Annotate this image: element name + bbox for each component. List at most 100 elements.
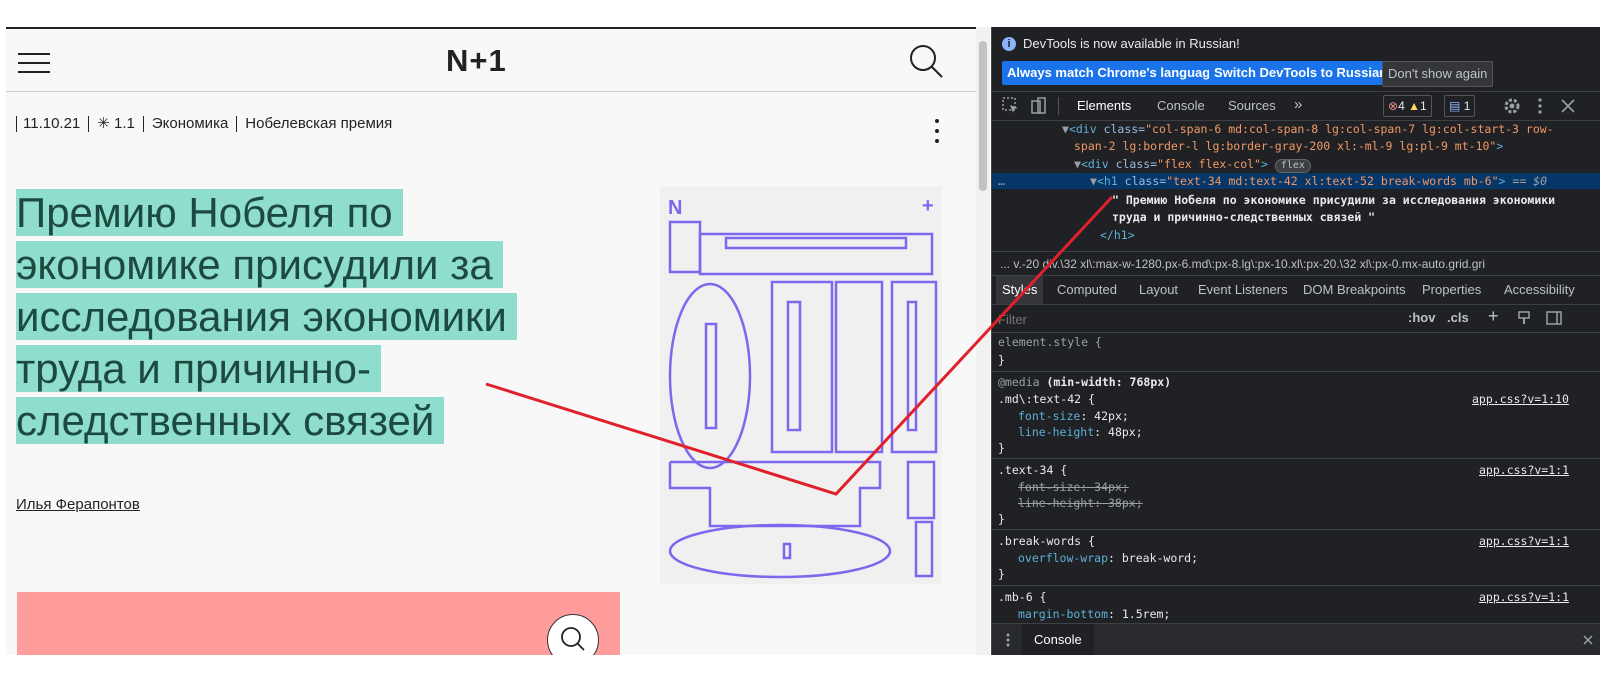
title-line: труда и причинно- [16,345,382,392]
subtab-properties[interactable]: Properties [1422,276,1481,304]
more-tabs-button[interactable]: » [1294,96,1302,113]
dom-node-div-colspan-cont: span-2 lg:border-l lg:border-gray-200 xl… [1074,139,1504,153]
source-link[interactable]: app.css?v=1:10 [1472,392,1569,406]
source-link[interactable]: app.css?v=1:1 [1479,463,1569,477]
devtools-panel: i DevTools is now available in Russian! … [991,27,1600,655]
rule-text-34[interactable]: .text-34 { app.css?v=1:1 font-size: 34px… [992,459,1600,530]
rule-close: } [998,441,1005,455]
rule-selector: element.style { [998,335,1102,349]
poster-artwork: N + [668,195,938,579]
title-line: исследования экономики [16,293,517,340]
subtab-dom-breakpoints[interactable]: DOM Breakpoints [1303,276,1406,304]
rule-mb-6[interactable]: .mb-6 { app.css?v=1:1 margin-bottom: 1.5… [992,586,1600,623]
tab-sources[interactable]: Sources [1228,98,1276,113]
article-meta: 11.10.21 ✳ 1.1 Экономика Нобелевская премия [16,115,400,132]
poster-corner-right: + [922,195,934,217]
message-icon: ▤ [1449,99,1461,113]
rule-selector: .break-words { [998,534,1095,548]
customize-menu-icon[interactable] [1530,96,1550,116]
source-link[interactable]: app.css?v=1:1 [1479,534,1569,548]
subtab-event-listeners[interactable]: Event Listeners [1198,276,1288,304]
dom-node-h1-selected[interactable]: ▼<h1 class="text-34 md:text-42 xl:text-5… [1090,174,1547,188]
dom-node-div-flex[interactable]: ▼<div class="flex flex-col"> flex [1074,157,1311,173]
toggle-sidebar-icon[interactable] [1546,310,1562,326]
title-line: экономике присудили за [16,241,503,288]
subtab-styles[interactable]: Styles [996,276,1044,304]
media-query: @media (min-width: 768px) [998,375,1172,389]
drawer-menu-icon[interactable] [1004,632,1012,648]
flex-badge[interactable]: flex [1274,159,1311,173]
tab-console[interactable]: Console [1157,98,1205,113]
device-toolbar-icon[interactable] [1029,96,1049,116]
rule-selector: .md\:text-42 { [998,392,1095,406]
rule-element-style[interactable]: element.style { } [992,333,1600,372]
tag-link[interactable]: Нобелевская премия [236,116,400,132]
promo-banner [17,592,620,655]
scrollbar-thumb[interactable] [979,41,987,191]
warning-count: 1 [1419,99,1427,113]
header-divider [6,91,976,92]
rule-selector: .mb-6 { [998,590,1047,604]
dom-text-node-cont: труда и причинно-следственных связей " [1112,210,1376,224]
language-infobar: i DevTools is now available in Russian! … [992,27,1600,89]
rule-break-words[interactable]: .break-words { app.css?v=1:1 overflow-wr… [992,530,1600,586]
node-actions-ellipsis[interactable]: … [998,174,1005,188]
devtools-tabbar: Elements Console Sources » ⊗4 ▲1 ▤ 1 [992,91,1600,121]
always-match-language-button[interactable]: Always match Chrome's language [1002,61,1223,85]
inspect-element-icon[interactable] [1001,96,1021,116]
dom-node-h1-close: </h1> [1100,228,1135,242]
issues-badge[interactable]: ⊗4 ▲1 [1383,95,1432,117]
rubric-link[interactable]: Экономика [142,116,236,132]
source-link[interactable]: app.css?v=1:1 [1479,590,1569,604]
dom-text-node[interactable]: " Премию Нобеля по экономике присудили з… [1112,193,1555,207]
rule-selector: .text-34 { [998,463,1068,477]
article-title: Премию Нобеля по экономике присудили за … [16,187,626,447]
css-declaration[interactable]: font-size: 42px; [1018,409,1129,423]
menu-icon[interactable] [18,51,50,75]
new-rule-plus-icon[interactable]: + [1488,306,1499,327]
rule-close: } [998,353,1005,367]
css-declaration[interactable]: line-height: 48px; [1018,425,1143,439]
class-toggle[interactable]: .cls [1447,310,1469,325]
banner-search-button[interactable] [547,614,599,655]
css-declaration[interactable]: overflow-wrap: break-word; [1018,551,1198,565]
close-devtools-icon[interactable] [1558,96,1578,116]
more-options-icon[interactable] [934,117,940,145]
subtab-layout[interactable]: Layout [1139,276,1178,304]
messages-badge[interactable]: ▤ 1 [1444,95,1476,117]
dom-node-div-colspan[interactable]: ▼<div class="col-span-6 md:col-span-8 lg… [1062,122,1554,136]
css-declaration-overridden[interactable]: font-size: 34px; [1018,480,1129,494]
search-icon[interactable] [908,43,944,79]
drawer-tab-console[interactable]: Console [1022,624,1094,655]
warning-icon: ▲ [1408,99,1420,113]
settings-gear-icon[interactable] [1502,96,1522,116]
page-scrollbar[interactable] [976,27,990,655]
css-declaration-overridden[interactable]: line-height: 38px; [1018,496,1143,510]
subtab-accessibility[interactable]: Accessibility [1504,276,1575,304]
subtab-computed[interactable]: Computed [1057,276,1117,304]
dont-show-again-button[interactable]: Don't show again [1382,61,1494,87]
asterisk-icon: ✳ [97,115,110,132]
close-drawer-icon[interactable] [1582,634,1594,646]
poster-corner-left: N [668,197,682,219]
web-page: N+1 11.10.21 ✳ 1.1 Экономика Нобелевская пр… [6,27,976,655]
message-count: 1 [1463,99,1471,113]
title-line: следственных связей [16,397,445,444]
dom-tree: ▼<div class="col-span-6 md:col-span-8 lg… [992,121,1600,251]
tab-elements[interactable]: Elements [1067,92,1142,120]
author-link[interactable]: Илья Ферапонтов [16,496,140,513]
paint-brush-icon[interactable] [1516,310,1532,326]
infobar-message: DevTools is now available in Russian! [1023,36,1240,51]
styles-filter-input[interactable] [996,308,1400,330]
info-icon: i [1002,37,1016,51]
breadcrumb[interactable]: ... v.-20 div.\32 xl\:max-w-1280.px-6.md… [992,251,1600,276]
hover-state-toggle[interactable]: :hov [1408,310,1435,325]
difficulty-rating: ✳ 1.1 [88,116,143,132]
console-drawer: Console [992,623,1600,655]
article-date: 11.10.21 [16,116,88,132]
site-logo[interactable]: N+1 [446,43,507,79]
switch-to-russian-button[interactable]: Switch DevTools to Russian [1209,61,1393,85]
css-declaration[interactable]: margin-bottom: 1.5rem; [1018,607,1170,621]
rule-md-text-42[interactable]: @media (min-width: 768px) .md\:text-42 {… [992,372,1600,459]
styles-pane: element.style { } @media (min-width: 768… [992,333,1600,623]
